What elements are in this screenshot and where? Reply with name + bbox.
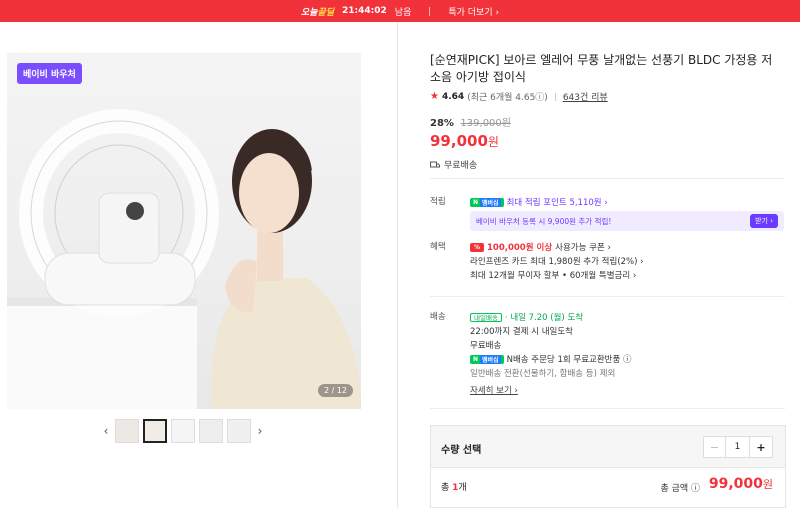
- npay-membership-tag: N 멤버십: [470, 197, 504, 207]
- coupon-link[interactable]: 사용가능 쿠폰 ›: [555, 241, 611, 253]
- delivery-free: 무료배송: [470, 341, 502, 351]
- thumb-prev-arrow-icon[interactable]: ‹: [101, 424, 111, 438]
- max-points-link[interactable]: 최대 적립 포인트 5,110원 ›: [507, 196, 608, 208]
- truck-icon: [430, 161, 440, 167]
- original-price: 139,000원: [460, 118, 511, 129]
- delivery-eta: · 내일 7.20 (월) 도착: [504, 313, 584, 323]
- voucher-points-button[interactable]: 받기 ›: [750, 214, 778, 228]
- baby-voucher-badge: 베이비 바우처: [17, 63, 82, 84]
- sale-price-unit: 원: [487, 135, 499, 149]
- rating-recent: (최근 6개월 4.65ⓘ): [467, 93, 548, 103]
- installment-link[interactable]: 최대 12개월 무이자 할부 • 60개월 특별금리 ›: [470, 268, 786, 282]
- thumbnail[interactable]: [227, 419, 251, 443]
- total-amount-label: 총 금액 ⓘ: [660, 484, 700, 494]
- rating-score: 4.64: [441, 91, 465, 102]
- quantity-stepper: − 1 +: [703, 436, 773, 458]
- voucher-points-banner: 베이비 바우처 등록 시 9,900원 추가 적립! 받기 ›: [470, 211, 784, 231]
- quantity-value[interactable]: 1: [726, 437, 750, 457]
- voucher-points-text: 베이비 바우처 등록 시 9,900원 추가 적립!: [476, 216, 612, 226]
- total-count: 총 1개: [441, 483, 467, 493]
- section-divider: [430, 296, 785, 297]
- banner-divider: [429, 6, 431, 16]
- delivery-exclusion: 일반배송 전환(선물하기, 합배송 등) 제외: [470, 369, 616, 379]
- npay-membership-tag: N 멤버십: [470, 354, 504, 364]
- free-shipping: 무료배송: [430, 158, 780, 171]
- thumb-next-arrow-icon[interactable]: ›: [255, 424, 265, 438]
- delivery-cutoff: 22:00까지 결제 시 내일도착: [470, 327, 573, 337]
- benefits-label: 혜택: [430, 242, 446, 252]
- thumbnail-active[interactable]: [143, 419, 167, 443]
- total-row: 총 1개 총 금액 ⓘ 99,000원: [431, 467, 785, 507]
- delivery-label: 배송: [430, 312, 446, 322]
- coupon-amount: 100,000원 이상: [487, 243, 553, 253]
- sale-price-value: 99,000: [430, 132, 488, 150]
- thumbnail[interactable]: [115, 419, 139, 443]
- discount-row: 28% 139,000원: [430, 114, 780, 129]
- more-deals-link[interactable]: 특가 더보기 ›: [448, 5, 499, 18]
- star-icon: ★: [430, 91, 439, 102]
- review-count-link[interactable]: 643건 리뷰: [563, 90, 608, 103]
- deal-label: 오늘끝딜: [300, 7, 335, 18]
- product-title: [순연재PICK] 보아르 엘레어 무풍 날개없는 선풍기 BLDC 가정용 저…: [430, 53, 773, 84]
- thumbnail[interactable]: [199, 419, 223, 443]
- quantity-increase-button[interactable]: +: [750, 437, 772, 457]
- section-divider: [430, 408, 785, 409]
- section-divider: [430, 178, 785, 179]
- column-divider: [397, 22, 398, 508]
- product-main-image[interactable]: 베이비 바우처 2 / 12: [7, 53, 361, 409]
- quantity-decrease-button[interactable]: −: [704, 437, 726, 457]
- free-shipping-label: 무료배송: [444, 161, 478, 171]
- tomorrow-delivery-tag: 내일배송: [470, 312, 502, 322]
- deal-countdown-suffix: 남음: [394, 7, 412, 18]
- coupon-icon: %: [470, 242, 484, 252]
- deal-countdown: 21:44:02: [342, 6, 387, 16]
- discount-rate: 28%: [430, 118, 454, 129]
- rating-divider: [554, 92, 556, 101]
- points-label: 적립: [430, 197, 446, 207]
- image-counter: 2 / 12: [317, 384, 353, 397]
- total-price: 99,000원: [708, 476, 773, 492]
- product-photo-illustration: [7, 109, 361, 409]
- delivery-detail-link[interactable]: 자세히 보기 ›: [470, 384, 518, 396]
- sale-price: 99,000원: [430, 132, 780, 150]
- free-return-info: N배송 주문당 1회 무료교환반품 ⓘ: [506, 355, 632, 365]
- product-info: [순연재PICK] 보아르 엘레어 무풍 날개없는 선풍기 BLDC 가정용 저…: [430, 52, 780, 171]
- price-box: 28% 139,000원 99,000원 무료배송: [430, 114, 780, 171]
- quantity-title: 수량 선택: [441, 445, 482, 456]
- thumbnail-strip: ‹ ›: [101, 418, 267, 444]
- card-benefit-link[interactable]: 라인프렌즈 카드 최대 1,980원 추가 적립(2%) ›: [470, 254, 786, 268]
- order-box: 수량 선택 − 1 + 총 1개 총 금액 ⓘ 99,000원: [430, 425, 786, 508]
- thumbnail[interactable]: [171, 419, 195, 443]
- deal-banner: 오늘끝딜 21:44:02 남음 특가 더보기 ›: [0, 0, 800, 22]
- rating-row: ★ 4.64 (최근 6개월 4.65ⓘ) 643건 리뷰: [430, 90, 780, 103]
